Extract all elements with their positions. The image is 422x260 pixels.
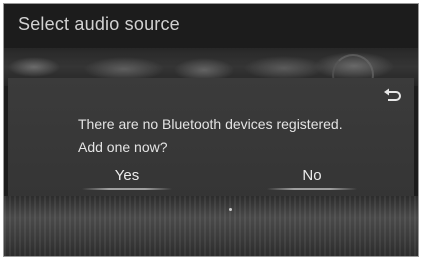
- yes-button[interactable]: Yes: [72, 164, 182, 190]
- back-button[interactable]: [381, 86, 403, 104]
- screen-title: Select audio source: [18, 14, 180, 34]
- no-button-label: No: [302, 167, 322, 184]
- dialog-message: There are no Bluetooth devices registere…: [78, 113, 343, 159]
- yes-button-label: Yes: [114, 167, 140, 184]
- bluetooth-dialog: There are no Bluetooth devices registere…: [8, 78, 414, 196]
- dialog-message-line1: There are no Bluetooth devices registere…: [78, 116, 343, 132]
- back-return-icon: [384, 88, 401, 101]
- audio-source-screen: Select audio source There are no Bluetoo…: [3, 3, 419, 257]
- dialog-message-line2: Add one now?: [78, 139, 168, 155]
- page-indicator-dot: [229, 208, 232, 211]
- no-button[interactable]: No: [257, 164, 367, 190]
- no-button-underline: [267, 188, 357, 190]
- yes-button-underline: [82, 188, 172, 190]
- background-source-list: [4, 196, 418, 256]
